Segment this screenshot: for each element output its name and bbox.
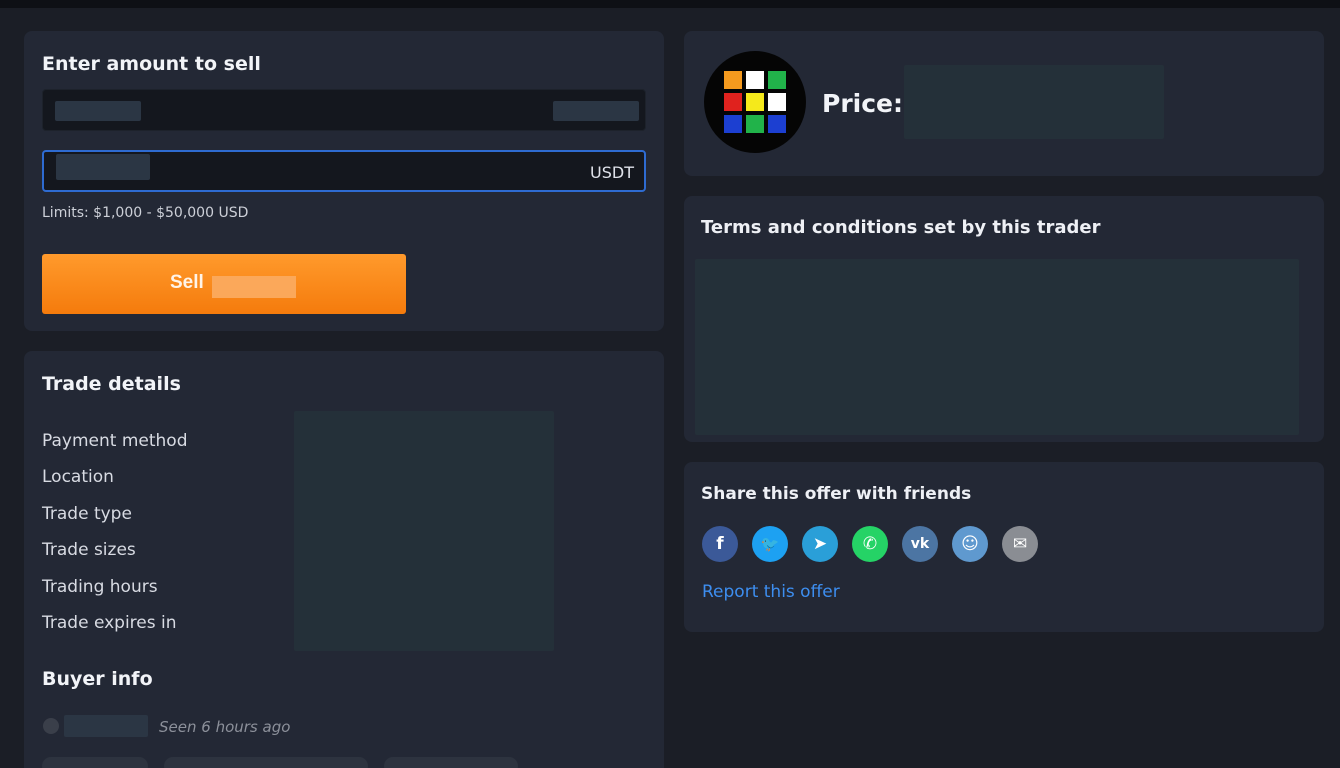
sell-button-redacted	[212, 276, 296, 298]
report-offer-link[interactable]: Report this offer	[702, 582, 840, 602]
buyer-info-title: Buyer info	[42, 668, 153, 690]
logo-cell	[724, 115, 742, 133]
trade-sizes-label: Trade sizes	[42, 540, 136, 560]
trade-type-label: Trade type	[42, 504, 132, 524]
price-card: Price:	[684, 31, 1324, 176]
location-label: Location	[42, 467, 114, 487]
twitter-icon[interactable]: 🐦	[752, 526, 788, 562]
whatsapp-icon[interactable]: ✆	[852, 526, 888, 562]
trade-expires-label: Trade expires in	[42, 613, 177, 633]
top-strip	[0, 0, 1340, 8]
buyer-name-redacted[interactable]	[64, 715, 148, 737]
logo-cell	[768, 115, 786, 133]
facebook-icon[interactable]: f	[702, 526, 738, 562]
buyer-seen-text: Seen 6 hours ago	[159, 718, 291, 736]
share-title: Share this offer with friends	[701, 484, 972, 504]
crypto-currency-label: USDT	[590, 163, 634, 182]
price-label: Price:	[822, 89, 903, 118]
payment-method-label: Payment method	[42, 431, 188, 451]
logo-cell	[768, 71, 786, 89]
sell-button[interactable]: Sell	[42, 254, 406, 314]
share-card: Share this offer with friends f 🐦 ➤ ✆ vk…	[684, 462, 1324, 632]
crypto-amount-input[interactable]: USDT	[42, 150, 646, 192]
trade-details-title: Trade details	[42, 373, 181, 395]
email-icon[interactable]: ✉	[1002, 526, 1038, 562]
terms-title: Terms and conditions set by this trader	[701, 217, 1101, 238]
limits-text: Limits: $1,000 - $50,000 USD	[42, 205, 249, 221]
logo-cell	[746, 115, 764, 133]
fiat-amount-value-redacted	[55, 101, 141, 121]
buyer-rating-pill	[42, 757, 148, 768]
fiat-currency-redacted	[553, 101, 639, 121]
trading-hours-label: Trading hours	[42, 577, 158, 597]
buyer-trades-pill	[164, 757, 368, 768]
buyer-badge-pill	[384, 757, 518, 768]
crypto-amount-value-redacted	[56, 154, 150, 180]
terms-text-redacted	[695, 259, 1299, 435]
trade-details-card: Trade details Payment method Location Tr…	[24, 351, 664, 768]
trade-details-values-redacted	[294, 411, 554, 651]
reddit-icon[interactable]: ☺	[952, 526, 988, 562]
terms-card: Terms and conditions set by this trader	[684, 196, 1324, 442]
logo-cell	[746, 71, 764, 89]
price-value-redacted	[904, 65, 1164, 139]
logo-cell	[724, 93, 742, 111]
fiat-amount-input[interactable]	[42, 89, 646, 131]
logo-cell	[746, 93, 764, 111]
sell-card: Enter amount to sell USDT Limits: $1,000…	[24, 31, 664, 331]
sell-title: Enter amount to sell	[42, 53, 261, 75]
buyer-status-dot	[43, 718, 59, 734]
sell-button-label: Sell	[170, 272, 204, 293]
logo-cell	[768, 93, 786, 111]
vk-icon[interactable]: vk	[902, 526, 938, 562]
telegram-icon[interactable]: ➤	[802, 526, 838, 562]
trader-logo	[704, 51, 806, 153]
logo-cell	[724, 71, 742, 89]
share-icons-row: f 🐦 ➤ ✆ vk ☺ ✉	[702, 526, 1038, 562]
